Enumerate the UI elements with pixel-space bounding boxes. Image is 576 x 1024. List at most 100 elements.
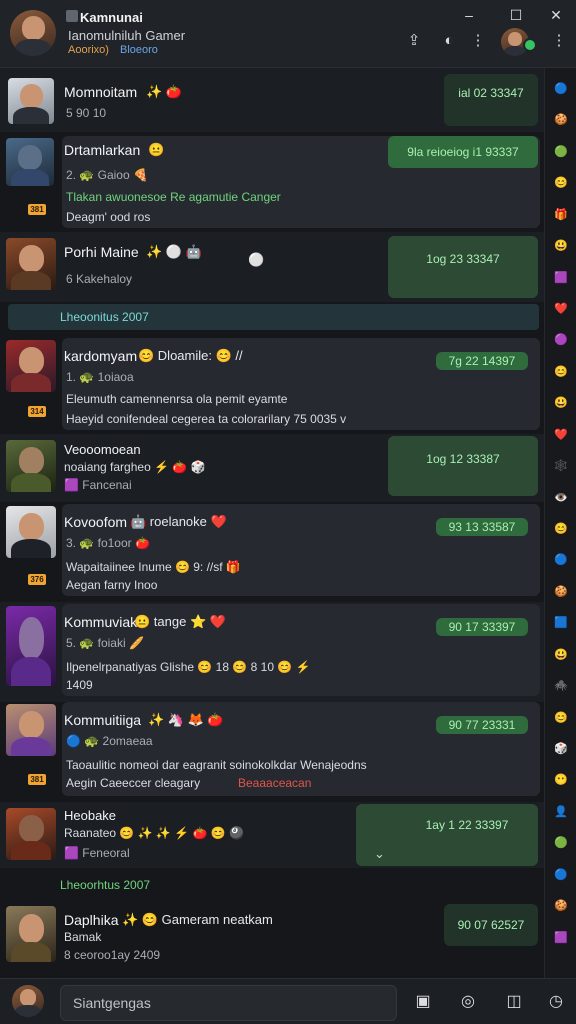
chat-message: Bamak	[64, 930, 102, 944]
chat-message-alert: Beaaaceacan	[238, 776, 312, 790]
composer-bar: ▣ ◎ ◫ ◷	[0, 978, 576, 1024]
attach-icon[interactable]: ▣	[412, 991, 434, 1013]
chat-avatar	[6, 606, 56, 686]
rail-reaction-icon[interactable]: 🟢	[552, 834, 570, 852]
chat-name: kardomyam	[64, 348, 138, 364]
rail-reaction-icon[interactable]: 🟦	[552, 614, 570, 632]
chat-row[interactable]: Heobake Raanateo 😊 ✨ ✨ ⚡ 🍅 😊 🎱 🟪 Feneora…	[0, 802, 544, 868]
rail-reaction-icon[interactable]: 😃	[552, 646, 570, 664]
rail-reaction-icon[interactable]: ❤️	[552, 300, 570, 318]
rail-reaction-icon[interactable]: 🕸️	[552, 457, 570, 475]
clock-icon[interactable]: ◷	[545, 991, 567, 1013]
chat-emoji: 🤖 roelanoke ❤️	[130, 514, 227, 529]
chevron-down-icon[interactable]: ⌄	[374, 846, 385, 862]
rail-reaction-icon[interactable]: 🔵	[552, 866, 570, 884]
chat-avatar	[6, 808, 56, 860]
menu-icon[interactable]: ⋮	[548, 30, 570, 52]
chat-name: Daplhika	[64, 912, 119, 928]
chat-list[interactable]: Momnoitam ✨ 🍅 5 90 10 ial 02 33347 381 D…	[0, 68, 544, 978]
share-icon[interactable]: ⇪	[403, 30, 425, 52]
chat-emoji: 😐 tange ⭐ ❤️	[134, 614, 226, 629]
chat-emoji: 😐	[148, 142, 165, 157]
chat-meta: 🟪 Feneoral	[64, 846, 130, 860]
rail-reaction-icon[interactable]: 🔵	[552, 551, 570, 569]
flag-icon[interactable]: ◐	[438, 30, 460, 52]
chat-name: Veooomoean	[64, 442, 141, 457]
rail-reaction-icon[interactable]: 🎲	[552, 740, 570, 758]
chat-card: Drtamlarkan 😐 2. 🐢 Gaioo 🍕 Tlakan awuone…	[62, 136, 540, 228]
level-badge: 381	[28, 774, 46, 785]
reaction-rail: 🔵 🍪 🟢 😊 🎁 😃 🟪 ❤️ 🟣 😊 😃 ❤️ 🕸️ 👁️ 😊 🔵 🍪 🟦 😃 🕷️ 😊 🎲 😶 👤 🟢 🔵 🍪 🟪	[544, 68, 576, 978]
chat-row[interactable]: Kommuviaki 😐 tange ⭐ ❤️ 5. 🐢 foiaki 🥖 Il…	[0, 602, 544, 702]
rail-reaction-icon[interactable]: 🟪	[552, 269, 570, 287]
rail-reaction-icon[interactable]: 👁️	[552, 489, 570, 507]
maximize-icon[interactable]: ☐	[505, 4, 527, 26]
rail-reaction-icon[interactable]: 🍪	[552, 111, 570, 129]
rail-reaction-icon[interactable]: 😊	[552, 520, 570, 538]
chat-row[interactable]: Momnoitam ✨ 🍅 5 90 10 ial 02 33347	[0, 68, 544, 132]
camera-icon[interactable]: ◎	[457, 991, 479, 1013]
chat-time: 7g 22 14397	[436, 352, 528, 370]
chat-name: Kommuviaki	[64, 614, 141, 630]
rail-reaction-icon[interactable]: 😃	[552, 394, 570, 412]
chat-message-secondary: 1409	[66, 678, 93, 692]
rail-reaction-icon[interactable]: 😃	[552, 237, 570, 255]
chat-header: Kamnunai Ianomulniluh Gamer Aoorixo) Blo…	[0, 0, 576, 68]
chat-emoji: ✨ 🦄 🦊 🍅	[148, 712, 224, 727]
chat-message: Raanateo 😊 ✨ ✨ ⚡ 🍅 😊 🎱	[64, 826, 244, 840]
header-subtitle: Ianomulniluh Gamer	[68, 28, 186, 43]
rail-reaction-icon[interactable]: 🍪	[552, 583, 570, 601]
minimize-icon[interactable]: –	[458, 4, 480, 26]
rail-reaction-icon[interactable]: 😊	[552, 709, 570, 727]
rail-reaction-icon[interactable]: 🟢	[552, 143, 570, 161]
rail-reaction-icon[interactable]: 🔵	[552, 80, 570, 98]
rail-reaction-icon[interactable]: 🟣	[552, 331, 570, 349]
chat-card: Kommuviaki 😐 tange ⭐ ❤️ 5. 🐢 foiaki 🥖 Il…	[62, 604, 540, 696]
rail-reaction-icon[interactable]: 😊	[552, 363, 570, 381]
rail-reaction-icon[interactable]: 🕷️	[552, 677, 570, 695]
close-icon[interactable]: ✕	[545, 4, 567, 26]
image-icon[interactable]: ◫	[503, 991, 525, 1013]
rail-reaction-icon[interactable]: 🟪	[552, 929, 570, 947]
chat-avatar	[6, 138, 54, 186]
chat-message-secondary: Aegan farny Inoo	[66, 578, 158, 592]
rail-reaction-icon[interactable]: 😊	[552, 174, 570, 192]
chat-row[interactable]: Daplhika ✨ 😊 Gameram neatkam Bamak 8 ceo…	[0, 902, 544, 978]
chat-time: 1og 12 33387	[388, 436, 538, 496]
date-divider: Lheoonitus 2007	[8, 304, 539, 330]
chat-meta: 6 Kakehaloy	[66, 272, 133, 286]
chat-meta: 3. 🐢 fo1oor 🍅	[66, 536, 150, 550]
chat-card: kardomyam 😊 Dloamile: 😊 // 1. 🐢 1oiaoa E…	[62, 338, 540, 430]
chat-message: Eleumuth camennenrsa ola pemit eyamte	[66, 392, 288, 406]
skull-icon: ⚪	[248, 252, 265, 267]
chat-name: Porhi Maine	[64, 244, 139, 260]
message-input[interactable]	[60, 985, 397, 1021]
more-icon[interactable]: ⋮	[467, 30, 489, 52]
chat-avatar	[6, 506, 56, 558]
chat-row[interactable]: 381 Drtamlarkan 😐 2. 🐢 Gaioo 🍕 Tlakan aw…	[0, 132, 544, 232]
chat-message-secondary: Haeyid conifendeal cegerea ta colorarila…	[66, 412, 347, 426]
chat-row[interactable]: 314 kardomyam 😊 Dloamile: 😊 // 1. 🐢 1oia…	[0, 334, 544, 434]
rail-reaction-icon[interactable]: 👤	[552, 803, 570, 821]
chat-name: Kommuitiiga	[64, 712, 142, 728]
rail-reaction-icon[interactable]: 🍪	[552, 897, 570, 915]
chat-avatar	[6, 340, 56, 392]
chat-message: Taoaulitic nomeoi dar eagranit soinokolk…	[66, 758, 367, 772]
rail-reaction-icon[interactable]: ❤️	[552, 426, 570, 444]
chat-emoji: ✨ ⚪ 🤖	[146, 244, 202, 259]
self-avatar[interactable]	[12, 985, 44, 1017]
rail-reaction-icon[interactable]: 😶	[552, 771, 570, 789]
chat-time: 90 77 23331	[436, 716, 528, 734]
level-badge: 376	[28, 574, 46, 585]
chat-avatar	[6, 238, 56, 290]
user-avatar[interactable]	[10, 10, 56, 56]
chat-row[interactable]: Veooomoean noaiang fargheo ⚡ 🍅 🎲 🟪 Fance…	[0, 434, 544, 502]
chat-row[interactable]: Porhi Maine ✨ ⚪ 🤖 ⚪ 6 Kakehaloy 1og 23 3…	[0, 232, 544, 302]
chat-name: Heobake	[64, 808, 117, 823]
chat-name: Kovoofom	[64, 514, 128, 530]
chat-emoji: ✨ 🍅	[146, 84, 182, 99]
chat-row[interactable]: 381 Kommuitiiga ✨ 🦄 🦊 🍅 🔵 🐢 2omaeaa Taoa…	[0, 702, 544, 802]
chat-time: 93 13 33587	[436, 518, 528, 536]
chat-row[interactable]: 376 Kovoofom 🤖 roelanoke ❤️ 3. 🐢 fo1oor …	[0, 502, 544, 602]
rail-reaction-icon[interactable]: 🎁	[552, 206, 570, 224]
